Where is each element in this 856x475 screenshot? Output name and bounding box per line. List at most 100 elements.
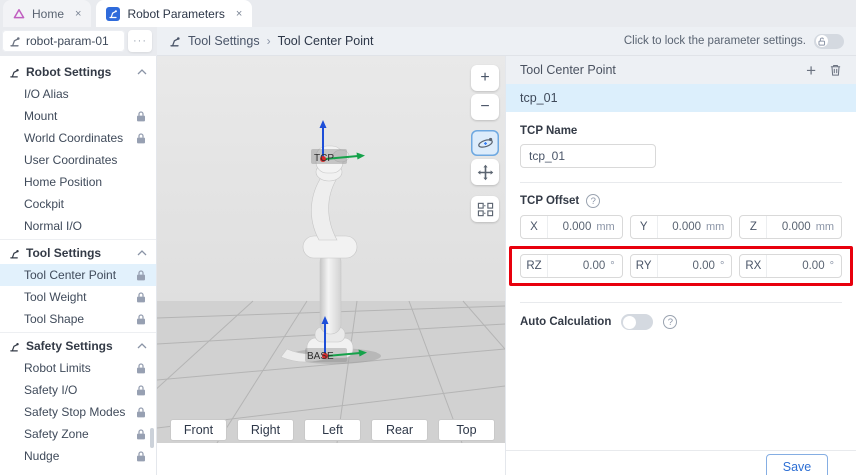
sidebar-item-tool-weight[interactable]: Tool Weight bbox=[0, 286, 156, 308]
frame-select-button[interactable] bbox=[471, 196, 499, 222]
sidebar-item-robot-limits[interactable]: Robot Limits bbox=[0, 357, 156, 379]
tcp-list-item-selected[interactable]: tcp_01 bbox=[506, 84, 856, 112]
item-label: Robot Limits bbox=[24, 361, 91, 375]
offset-ry-field[interactable]: RY 0.00 ° bbox=[630, 254, 733, 278]
robot-icon bbox=[9, 35, 21, 47]
sidebar-item-cockpit[interactable]: Cockpit bbox=[0, 193, 156, 215]
auto-calculation-toggle[interactable] bbox=[621, 314, 653, 330]
view-left-button[interactable]: Left bbox=[304, 419, 361, 441]
view-preset-buttons: Front Right Left Rear Top bbox=[170, 419, 495, 441]
view-top-button[interactable]: Top bbox=[438, 419, 495, 441]
unlock-icon bbox=[816, 35, 828, 47]
view-front-button[interactable]: Front bbox=[170, 419, 227, 441]
divider bbox=[520, 182, 842, 183]
section-label: Tool Settings bbox=[26, 246, 101, 260]
lock-icon bbox=[136, 133, 146, 144]
save-button[interactable]: Save bbox=[766, 454, 828, 475]
breadcrumb-tool-center-point[interactable]: Tool Center Point bbox=[278, 34, 374, 48]
item-label: Safety Stop Modes bbox=[24, 405, 125, 419]
close-icon[interactable]: × bbox=[236, 8, 242, 20]
sidebar-section-safety-settings[interactable]: Safety Settings bbox=[0, 335, 156, 357]
lock-icon bbox=[136, 111, 146, 122]
frame-select-icon bbox=[477, 201, 494, 218]
svg-text:TCP: TCP bbox=[314, 153, 334, 164]
param-name-field[interactable]: robot-param-01 bbox=[2, 30, 125, 52]
sidebar-item-normal-io[interactable]: Normal I/O bbox=[0, 215, 156, 237]
divider bbox=[520, 302, 842, 303]
item-label: Tool Center Point bbox=[24, 268, 116, 282]
trash-icon bbox=[829, 63, 842, 77]
field-value: 0.000 bbox=[658, 221, 703, 233]
param-name-bar: robot-param-01 ··· bbox=[0, 27, 157, 56]
sidebar-item-user-coordinates[interactable]: User Coordinates bbox=[0, 149, 156, 171]
panel-body: TCP Name TCP Offset ? X 0.000 mm Y 0.000… bbox=[506, 112, 856, 330]
tab-robot-parameters[interactable]: Robot Parameters × bbox=[96, 0, 252, 27]
axis-label: X bbox=[521, 216, 548, 238]
tcp-name-label: TCP Name bbox=[520, 125, 842, 137]
sidebar-item-safety-io[interactable]: Safety I/O bbox=[0, 379, 156, 401]
view-rear-button[interactable]: Rear bbox=[371, 419, 428, 441]
lock-icon bbox=[136, 363, 146, 374]
field-unit: ° bbox=[830, 260, 841, 272]
sidebar-item-home-position[interactable]: Home Position bbox=[0, 171, 156, 193]
item-label: Tool Shape bbox=[24, 312, 84, 326]
sidebar-item-tool-shape[interactable]: Tool Shape bbox=[0, 308, 156, 330]
lock-settings-toggle[interactable] bbox=[814, 34, 844, 49]
tab-home[interactable]: Home × bbox=[3, 0, 91, 27]
help-icon[interactable]: ? bbox=[663, 315, 677, 329]
view-right-button[interactable]: Right bbox=[237, 419, 294, 441]
offset-rz-field[interactable]: RZ 0.00 ° bbox=[520, 254, 623, 278]
field-unit: ° bbox=[610, 260, 621, 272]
close-icon[interactable]: × bbox=[75, 8, 81, 20]
sidebar-item-safety-stop-modes[interactable]: Safety Stop Modes bbox=[0, 401, 156, 423]
position-fields-row: X 0.000 mm Y 0.000 mm Z 0.000 mm bbox=[520, 215, 842, 239]
sidebar-item-nudge[interactable]: Nudge bbox=[0, 445, 156, 467]
robot-icon bbox=[9, 67, 20, 78]
sidebar-item-io-alias[interactable]: I/O Alias bbox=[0, 83, 156, 105]
axis-label: RZ bbox=[521, 255, 548, 277]
tcp-name-input[interactable] bbox=[520, 144, 656, 168]
tcp-settings-panel: Tool Center Point + tcp_01 TCP Name TCP … bbox=[505, 56, 856, 475]
help-icon[interactable]: ? bbox=[586, 194, 600, 208]
sidebar-section-tool-settings[interactable]: Tool Settings bbox=[0, 242, 156, 264]
chevron-up-icon bbox=[137, 69, 147, 75]
section-label: Robot Settings bbox=[26, 65, 111, 79]
offset-y-field[interactable]: Y 0.000 mm bbox=[630, 215, 733, 239]
more-options-button[interactable]: ··· bbox=[128, 30, 152, 52]
zoom-in-button[interactable]: + bbox=[471, 65, 499, 91]
robot-parameters-app: Home × Robot Parameters × robot-param-01… bbox=[0, 0, 856, 475]
lock-icon bbox=[136, 385, 146, 396]
panel-footer: Save bbox=[506, 450, 856, 475]
offset-x-field[interactable]: X 0.000 mm bbox=[520, 215, 623, 239]
zoom-out-button[interactable]: − bbox=[471, 94, 499, 120]
field-value: 0.000 bbox=[767, 221, 812, 233]
tcp-offset-label-text: TCP Offset bbox=[520, 195, 579, 207]
lock-settings-text: Click to lock the parameter settings. bbox=[624, 35, 806, 47]
panel-title: Tool Center Point bbox=[520, 63, 616, 77]
delete-tcp-button[interactable] bbox=[829, 63, 842, 77]
add-tcp-button[interactable]: + bbox=[806, 62, 816, 79]
viewport-controls: + − bbox=[471, 65, 499, 222]
axis-label: Y bbox=[631, 216, 658, 238]
sidebar-section-robot-settings[interactable]: Robot Settings bbox=[0, 61, 156, 83]
sidebar-item-tool-center-point[interactable]: Tool Center Point bbox=[0, 264, 156, 286]
orbit-icon bbox=[477, 135, 494, 152]
divider bbox=[0, 332, 156, 333]
offset-z-field[interactable]: Z 0.000 mm bbox=[739, 215, 842, 239]
sidebar-scrollbar[interactable] bbox=[150, 428, 154, 448]
sidebar-item-world-coordinates[interactable]: World Coordinates bbox=[0, 127, 156, 149]
item-label: I/O Alias bbox=[24, 87, 69, 101]
sidebar-item-mount[interactable]: Mount bbox=[0, 105, 156, 127]
sidebar: Robot Settings I/O Alias Mount World Coo… bbox=[0, 56, 157, 475]
robot-3d-viewport[interactable]: TCP BASE + − bbox=[157, 56, 505, 443]
tab-robot-parameters-label: Robot Parameters bbox=[127, 7, 224, 21]
auto-calculation-label: Auto Calculation bbox=[520, 316, 611, 328]
orbit-rotate-button[interactable] bbox=[471, 130, 499, 156]
item-label: Mount bbox=[24, 109, 57, 123]
sidebar-item-safety-zone[interactable]: Safety Zone bbox=[0, 423, 156, 445]
offset-rx-field[interactable]: RX 0.00 ° bbox=[739, 254, 842, 278]
field-unit: ° bbox=[720, 260, 731, 272]
field-unit: mm bbox=[816, 221, 841, 233]
pan-button[interactable] bbox=[471, 159, 499, 185]
breadcrumb-tool-settings[interactable]: Tool Settings bbox=[188, 34, 260, 48]
